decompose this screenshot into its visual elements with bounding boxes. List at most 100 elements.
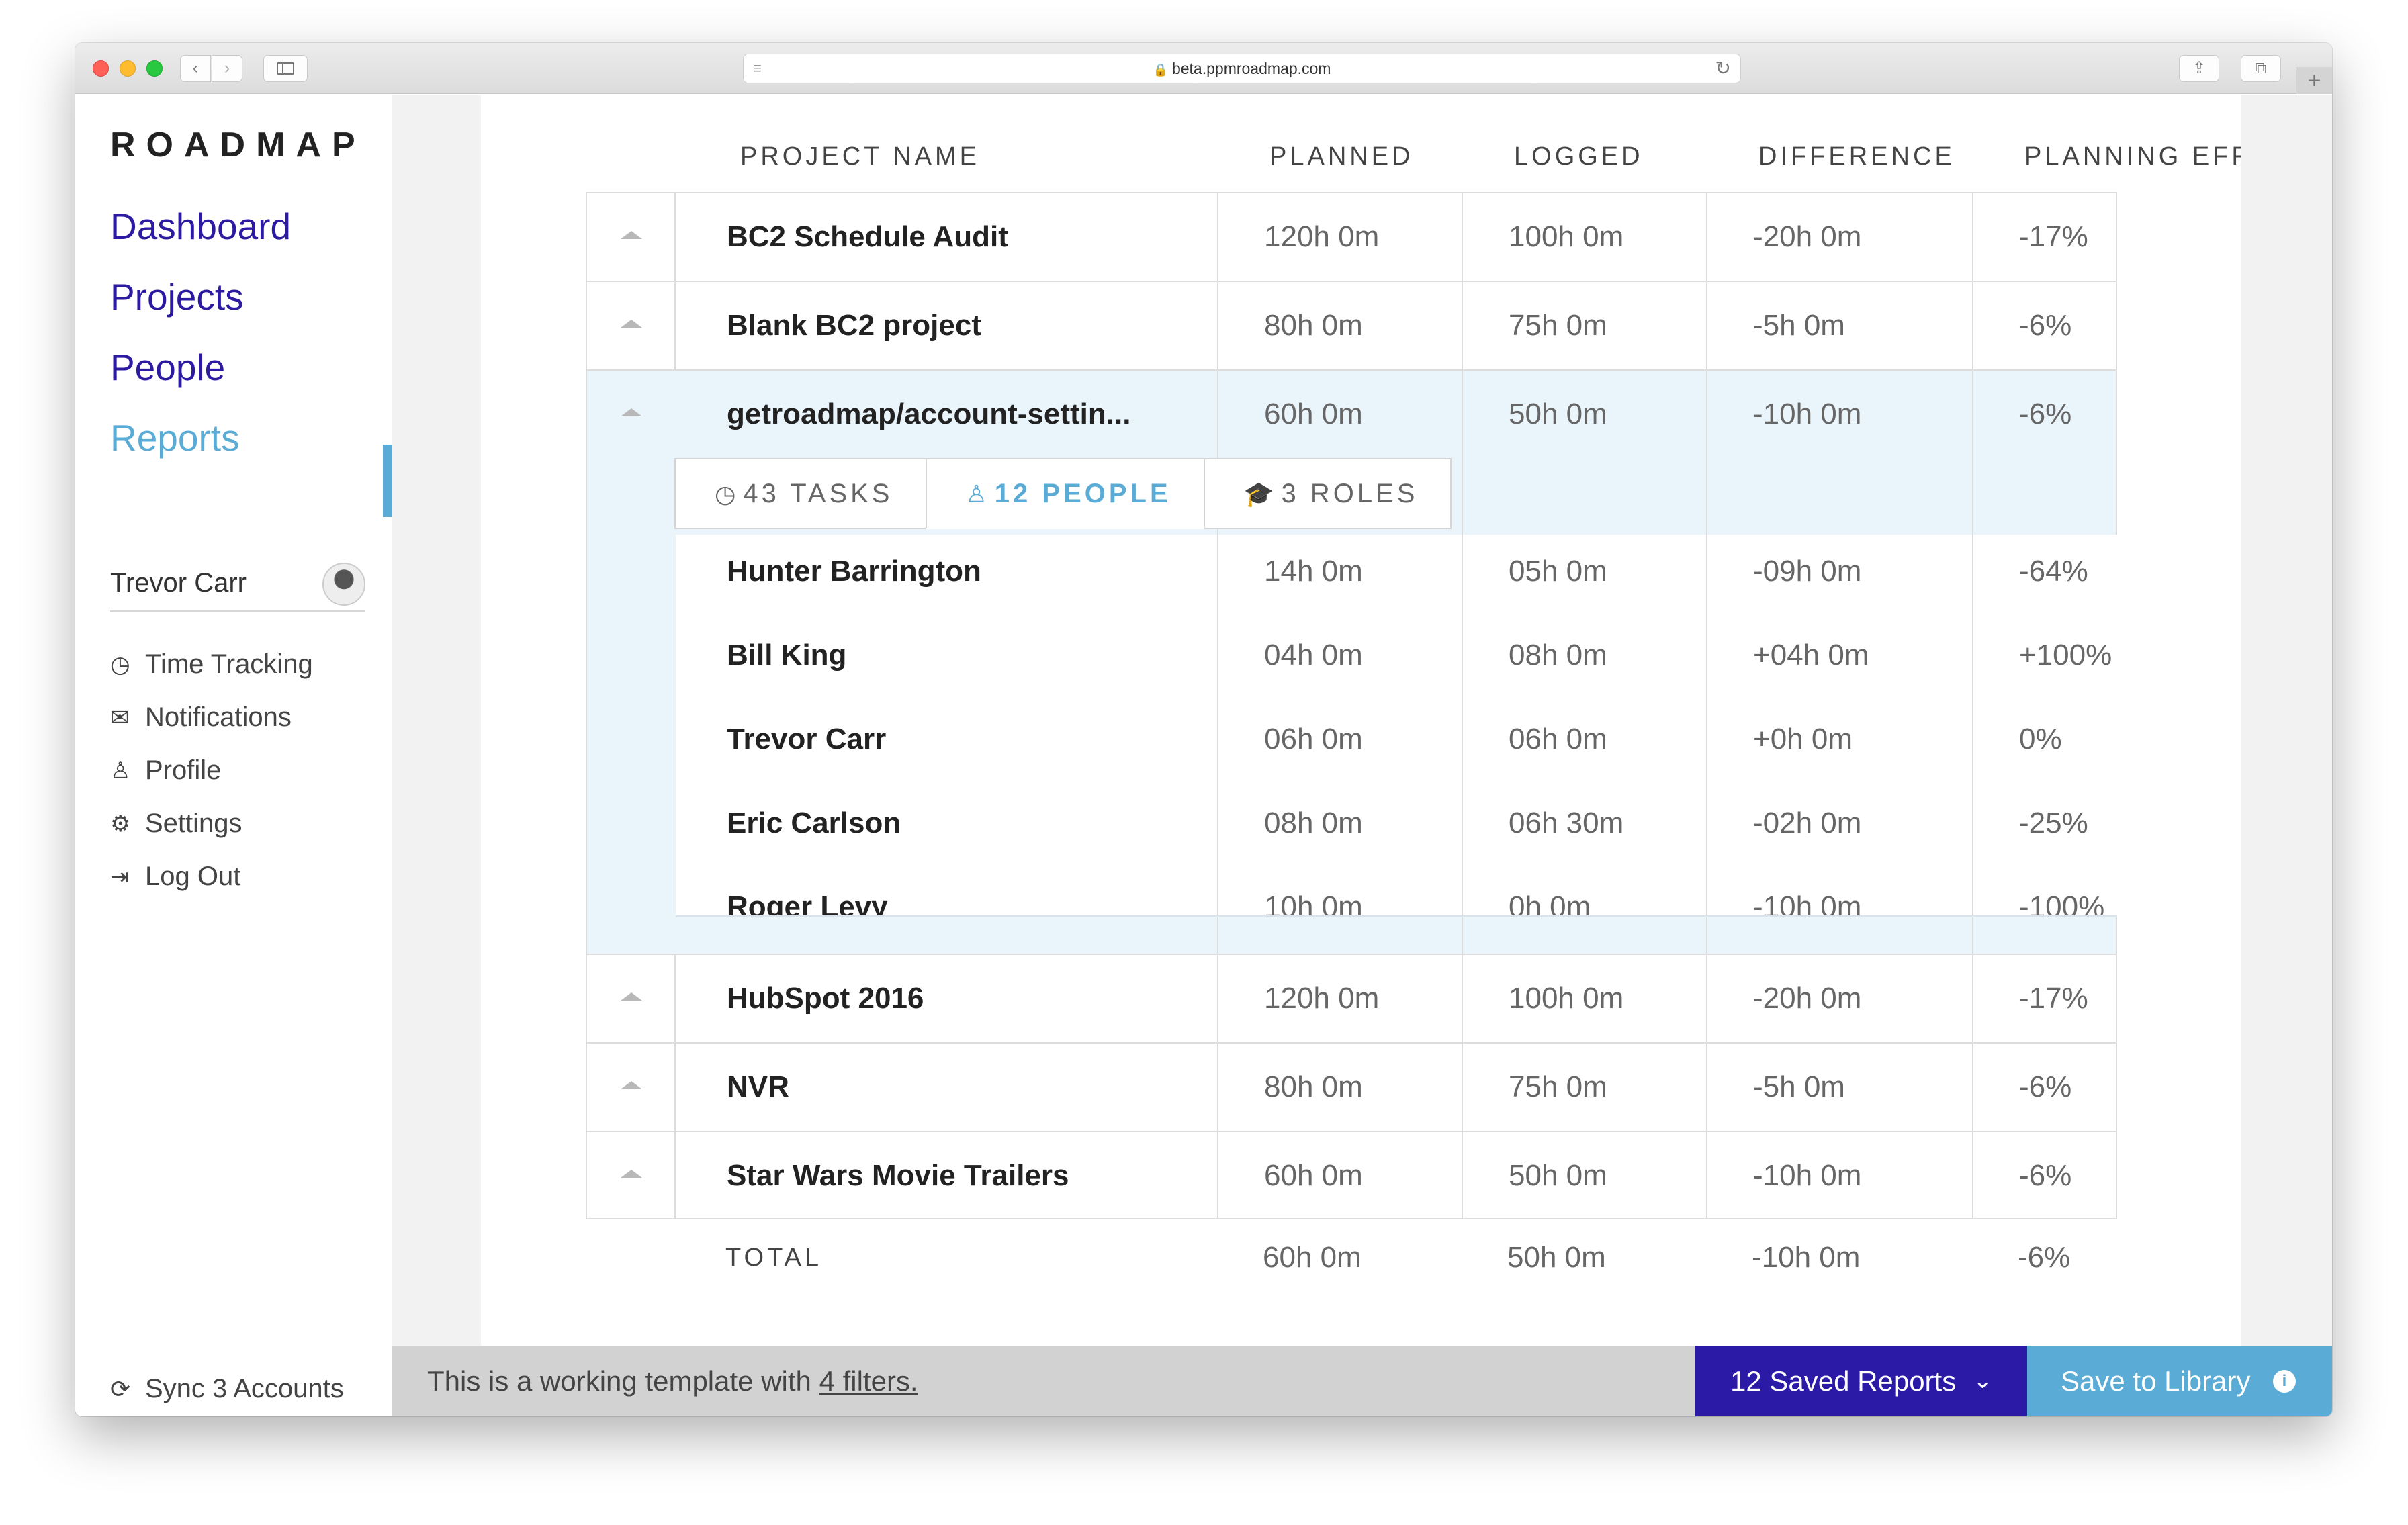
url-text: beta.ppmroadmap.com bbox=[1171, 60, 1331, 77]
table-row[interactable]: HubSpot 2016 120h 0m 100h 0m -20h 0m -17… bbox=[586, 954, 2117, 1042]
header-planning-efficiency[interactable]: PLANNING EFFICI bbox=[2024, 142, 2241, 171]
nav-settings[interactable]: ⚙ Settings bbox=[110, 797, 313, 850]
person-row[interactable]: Trevor Carr 06h 0m 06h 0m +0h 0m 0% bbox=[676, 702, 2117, 786]
expand-toggle[interactable] bbox=[587, 1044, 676, 1131]
people-list[interactable]: Hunter Barrington 14h 0m 05h 0m -09h 0m … bbox=[676, 535, 2117, 917]
column-divider bbox=[1706, 193, 1707, 281]
project-name[interactable]: Star Wars Movie Trailers bbox=[727, 1132, 1069, 1219]
info-icon[interactable]: i bbox=[2273, 1370, 2296, 1393]
column-divider bbox=[1972, 193, 1973, 281]
tab-people[interactable]: ♙ 12 PEOPLE bbox=[925, 458, 1205, 529]
planned-value: 08h 0m bbox=[1264, 806, 1363, 839]
nav-people[interactable]: People bbox=[110, 337, 291, 408]
tab-tasks[interactable]: ◷ 43 TASKS bbox=[674, 458, 927, 529]
person-name[interactable]: Hunter Barrington bbox=[727, 535, 981, 618]
nav-profile[interactable]: ♙ Profile bbox=[110, 744, 313, 797]
expand-toggle[interactable] bbox=[587, 955, 676, 1042]
reload-icon[interactable]: ↻ bbox=[1715, 54, 1731, 83]
difference-value: +04h 0m bbox=[1753, 639, 1869, 672]
chevron-down-icon: ⌄ bbox=[1973, 1368, 1993, 1393]
person-row[interactable]: Bill King 04h 0m 08h 0m +04h 0m +100% bbox=[676, 618, 2117, 702]
nav-reports[interactable]: Reports bbox=[110, 408, 291, 478]
header-logged[interactable]: LOGGED bbox=[1514, 142, 1644, 171]
tab-roles-label: 3 ROLES bbox=[1281, 479, 1419, 508]
column-divider bbox=[1972, 955, 1973, 1042]
difference-value: -09h 0m bbox=[1753, 555, 1862, 588]
share-button[interactable]: ⇪ bbox=[2179, 55, 2219, 82]
minimize-window-button[interactable] bbox=[120, 60, 136, 77]
sync-accounts-label: Sync 3 Accounts bbox=[145, 1374, 344, 1403]
sync-accounts-button[interactable]: ⟳ Sync 3 Accounts bbox=[110, 1374, 344, 1404]
column-divider bbox=[1972, 1044, 1973, 1131]
total-efficiency: -6% bbox=[2018, 1241, 2071, 1274]
avatar[interactable] bbox=[322, 563, 365, 606]
forward-button[interactable]: › bbox=[212, 55, 242, 82]
caret-up-icon bbox=[621, 1081, 642, 1089]
nav-time-tracking[interactable]: ◷ Time Tracking bbox=[110, 638, 313, 691]
person-row[interactable]: Hunter Barrington 14h 0m 05h 0m -09h 0m … bbox=[676, 535, 2117, 618]
account-nav: ◷ Time Tracking ✉ Notifications ♙ Profil… bbox=[110, 638, 313, 903]
saved-reports-label: 12 Saved Reports bbox=[1730, 1365, 1957, 1397]
column-divider bbox=[1217, 917, 1218, 954]
filters-link[interactable]: 4 filters. bbox=[819, 1365, 918, 1397]
project-name[interactable]: NVR bbox=[727, 1044, 789, 1131]
graduation-cap-icon: 🎓 bbox=[1243, 480, 1278, 508]
project-name[interactable]: BC2 Schedule Audit bbox=[727, 193, 1008, 281]
expand-toggle[interactable] bbox=[587, 1132, 676, 1219]
header-planned[interactable]: PLANNED bbox=[1269, 142, 1414, 171]
table-row[interactable]: Star Wars Movie Trailers 60h 0m 50h 0m -… bbox=[586, 1131, 2117, 1219]
person-row[interactable]: Eric Carlson 08h 0m 06h 30m -02h 0m -25% bbox=[676, 786, 2117, 870]
sidebar-toggle-button[interactable] bbox=[263, 55, 308, 82]
saved-reports-dropdown[interactable]: 12 Saved Reports ⌄ bbox=[1695, 1346, 2027, 1416]
nav-dashboard[interactable]: Dashboard bbox=[110, 196, 291, 267]
nav-notifications[interactable]: ✉ Notifications bbox=[110, 691, 313, 744]
table-row[interactable]: NVR 80h 0m 75h 0m -5h 0m -6% bbox=[586, 1042, 2117, 1131]
caret-up-icon bbox=[621, 1170, 642, 1178]
person-row[interactable]: Roger Levy 10h 0m 0h 0m -10h 0m -100% bbox=[676, 870, 2117, 917]
lock-icon: 🔒 bbox=[1153, 63, 1168, 77]
zoom-window-button[interactable] bbox=[146, 60, 163, 77]
user-profile-row[interactable]: Trevor Carr bbox=[110, 559, 365, 612]
collapse-toggle[interactable] bbox=[587, 371, 676, 954]
template-status-text: This is a working template with bbox=[427, 1365, 819, 1397]
header-project-name[interactable]: PROJECT NAME bbox=[740, 142, 980, 171]
project-name[interactable]: Blank BC2 project bbox=[727, 282, 981, 369]
logged-value: 05h 0m bbox=[1509, 555, 1607, 588]
planned-value: 04h 0m bbox=[1264, 639, 1363, 672]
show-tabs-button[interactable]: ⧉ bbox=[2241, 55, 2281, 82]
person-name[interactable]: Roger Levy bbox=[727, 870, 888, 915]
project-name[interactable]: HubSpot 2016 bbox=[727, 955, 924, 1042]
clock-icon: ◷ bbox=[715, 480, 740, 508]
reader-icon[interactable]: ≡ bbox=[753, 54, 762, 83]
planned-value: 80h 0m bbox=[1264, 1070, 1363, 1103]
total-logged: 50h 0m bbox=[1507, 1241, 1606, 1274]
difference-value: -5h 0m bbox=[1753, 309, 1845, 342]
column-divider bbox=[1706, 282, 1707, 369]
efficiency-value: -100% bbox=[2019, 890, 2105, 917]
address-bar[interactable]: ≡ 🔒 beta.ppmroadmap.com ↻ bbox=[743, 54, 1741, 83]
expand-toggle[interactable] bbox=[587, 282, 676, 369]
tab-roles[interactable]: 🎓 3 ROLES bbox=[1203, 458, 1452, 529]
nav-projects[interactable]: Projects bbox=[110, 267, 291, 337]
new-tab-button[interactable]: + bbox=[2296, 67, 2332, 94]
person-name[interactable]: Bill King bbox=[727, 618, 846, 702]
expand-toggle[interactable] bbox=[587, 193, 676, 281]
person-name[interactable]: Eric Carlson bbox=[727, 786, 901, 870]
close-window-button[interactable] bbox=[93, 60, 109, 77]
table-row[interactable]: BC2 Schedule Audit 120h 0m 100h 0m -20h … bbox=[586, 192, 2117, 281]
share-icon: ⇪ bbox=[2192, 59, 2206, 77]
person-name[interactable]: Trevor Carr bbox=[727, 702, 886, 786]
header-difference[interactable]: DIFFERENCE bbox=[1758, 142, 1955, 171]
save-to-library-button[interactable]: Save to Library i bbox=[2027, 1346, 2332, 1416]
caret-up-icon bbox=[621, 231, 642, 239]
efficiency-value: -6% bbox=[2019, 1159, 2072, 1192]
planned-value: 120h 0m bbox=[1264, 982, 1380, 1015]
back-button[interactable]: ‹ bbox=[180, 55, 211, 82]
table-row[interactable]: Blank BC2 project 80h 0m 75h 0m -5h 0m -… bbox=[586, 281, 2117, 369]
efficiency-value: -25% bbox=[2019, 806, 2088, 839]
caret-up-icon bbox=[621, 320, 642, 328]
project-name[interactable]: getroadmap/account-settin... bbox=[727, 371, 1130, 458]
app-logo[interactable]: ROADMAP bbox=[110, 125, 366, 165]
nav-log-out[interactable]: ⇥ Log Out bbox=[110, 850, 313, 903]
tabs-icon: ⧉ bbox=[2255, 59, 2267, 77]
